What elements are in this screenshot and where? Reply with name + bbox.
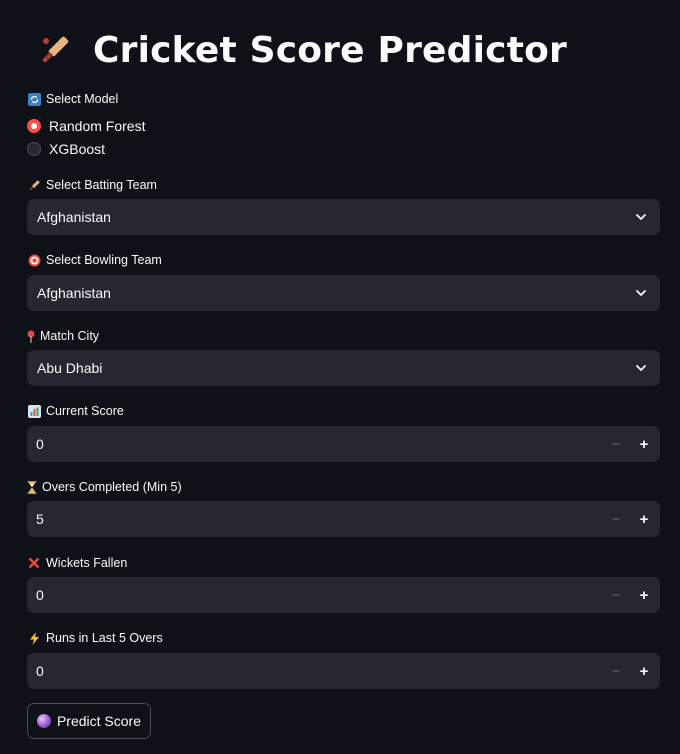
- page-header: Cricket Score Predictor: [27, 28, 567, 72]
- overs-label-text: Overs Completed (Min 5): [42, 480, 182, 494]
- overs-value[interactable]: 5: [27, 511, 602, 527]
- chevron-down-icon[interactable]: [634, 210, 648, 224]
- batting-team-label: Select Batting Team: [27, 177, 157, 193]
- city-select[interactable]: Abu Dhabi: [27, 350, 660, 386]
- predict-score-button[interactable]: Predict Score: [27, 703, 151, 739]
- wickets-label-text: Wickets Fallen: [46, 556, 128, 570]
- current-score-label-text: Current Score: [46, 404, 124, 418]
- pin-icon: [27, 329, 35, 343]
- runs-last5-label: Runs in Last 5 Overs: [27, 630, 163, 646]
- wickets-value[interactable]: 0: [27, 587, 602, 603]
- runs-last5-value[interactable]: 0: [27, 663, 602, 679]
- batting-team-value: Afghanistan: [37, 209, 111, 225]
- current-score-value[interactable]: 0: [27, 436, 602, 452]
- batting-team-label-text: Select Batting Team: [46, 178, 157, 192]
- cross-icon: [27, 556, 41, 570]
- chevron-down-icon[interactable]: [634, 286, 648, 300]
- runs-last5-input[interactable]: 0 − +: [27, 653, 660, 689]
- decrement-button[interactable]: −: [602, 653, 630, 689]
- wickets-input[interactable]: 0 − +: [27, 577, 660, 613]
- city-label-text: Match City: [40, 329, 100, 343]
- increment-button[interactable]: +: [630, 653, 658, 689]
- cricket-bat-icon: [27, 178, 41, 192]
- runs-last5-label-text: Runs in Last 5 Overs: [46, 631, 163, 645]
- bowling-team-value: Afghanistan: [37, 285, 111, 301]
- radio-selected-indicator[interactable]: [27, 119, 41, 133]
- hourglass-icon: [27, 480, 37, 494]
- wickets-label: Wickets Fallen: [27, 555, 127, 571]
- radio-unselected-indicator[interactable]: [27, 142, 41, 156]
- current-score-label: Current Score: [27, 403, 124, 419]
- decrement-button[interactable]: −: [602, 501, 630, 537]
- bowling-team-select[interactable]: Afghanistan: [27, 275, 660, 311]
- crystal-ball-icon: [36, 714, 51, 728]
- refresh-icon: [27, 92, 41, 106]
- city-value: Abu Dhabi: [37, 360, 103, 376]
- chart-icon: [27, 404, 41, 418]
- radio-xgboost[interactable]: XGBoost: [27, 140, 105, 158]
- decrement-button[interactable]: −: [602, 577, 630, 613]
- decrement-button[interactable]: −: [602, 426, 630, 462]
- bowling-team-label-text: Select Bowling Team: [46, 253, 162, 267]
- overs-input[interactable]: 5 − +: [27, 501, 660, 537]
- bowling-team-label: Select Bowling Team: [27, 252, 162, 268]
- city-label: Match City: [27, 328, 99, 344]
- predict-score-label: Predict Score: [56, 713, 142, 729]
- model-label-text: Select Model: [46, 92, 119, 106]
- model-label: Select Model: [27, 91, 118, 107]
- lightning-icon: [27, 631, 41, 645]
- radio-random-forest[interactable]: Random Forest: [27, 117, 145, 135]
- target-icon: [27, 253, 41, 267]
- radio-label: Random Forest: [49, 118, 146, 134]
- cricket-bat-icon: [33, 28, 77, 72]
- increment-button[interactable]: +: [630, 426, 658, 462]
- radio-label: XGBoost: [49, 141, 106, 157]
- increment-button[interactable]: +: [630, 577, 658, 613]
- current-score-input[interactable]: 0 − +: [27, 426, 660, 462]
- increment-button[interactable]: +: [630, 501, 658, 537]
- overs-label: Overs Completed (Min 5): [27, 479, 182, 495]
- chevron-down-icon[interactable]: [634, 361, 648, 375]
- batting-team-select[interactable]: Afghanistan: [27, 199, 660, 235]
- page-title: Cricket Score Predictor: [93, 29, 567, 71]
